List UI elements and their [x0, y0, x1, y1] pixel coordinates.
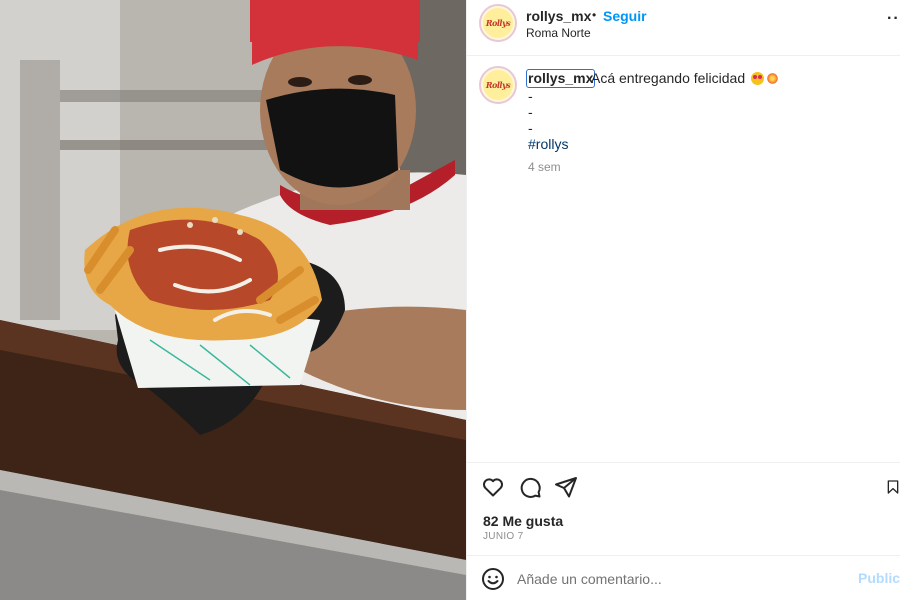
heart-icon[interactable] — [479, 473, 507, 501]
avatar-logo: Rollys — [483, 8, 513, 38]
caption-line: - — [528, 104, 533, 120]
boom-emoji — [766, 72, 779, 85]
post-header: Rollys rollys_mx • Seguir Roma Norte ·· — [467, 0, 900, 56]
header-username-link[interactable]: rollys_mx — [526, 8, 591, 24]
heart-eyes-emoji — [751, 72, 764, 85]
caption-text: Acá entregando felicidad — [591, 70, 779, 87]
caption-username-link[interactable]: rollys_mx — [526, 69, 596, 88]
post-photo[interactable] — [0, 0, 466, 600]
caption-line: - — [528, 88, 533, 104]
separator-dot: • — [592, 8, 597, 22]
post-side-panel: Rollys rollys_mx • Seguir Roma Norte ·· … — [466, 0, 900, 600]
bookmark-icon[interactable] — [885, 473, 900, 501]
avatar-logo-text: Rollys — [485, 80, 511, 90]
post-date[interactable]: JUNIO 7 — [483, 531, 523, 542]
avatar-logo: Rollys — [483, 70, 513, 100]
caption-timestamp[interactable]: 4 sem — [528, 160, 561, 174]
follow-button[interactable]: Seguir — [603, 8, 647, 24]
more-options-icon[interactable]: ·· — [887, 10, 900, 28]
caption-section: Rollys rollys_mx Acá entregando felicida… — [467, 56, 900, 462]
post-comment-button[interactable]: Publicar — [858, 570, 900, 586]
avatar-logo-text: Rollys — [485, 18, 511, 28]
share-icon[interactable] — [552, 473, 580, 501]
comment-icon[interactable] — [516, 473, 544, 501]
caption-message: Acá entregando felicidad — [591, 70, 746, 86]
caption-line: - — [528, 120, 533, 136]
action-bar — [467, 462, 900, 510]
emoji-picker-icon[interactable] — [481, 567, 505, 591]
hashtag-link[interactable]: #rollys — [528, 136, 568, 152]
caption-avatar[interactable]: Rollys — [479, 66, 517, 104]
likes-count[interactable]: 82 Me gusta — [483, 513, 563, 529]
comment-input[interactable] — [517, 567, 847, 591]
avatar[interactable]: Rollys — [479, 4, 517, 42]
location-link[interactable]: Roma Norte — [526, 26, 591, 40]
comment-bar: Publicar — [467, 555, 900, 600]
post-photo-illustration — [0, 0, 466, 600]
